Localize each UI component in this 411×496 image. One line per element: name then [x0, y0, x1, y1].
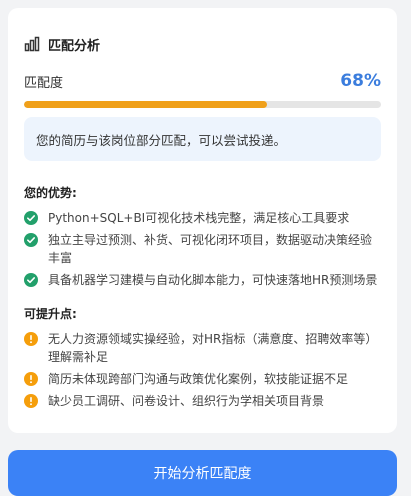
improvements-list: 无人力资源领域实操经验，对HR指标（满意度、招聘效率等）理解需补足简历未体现跨部…: [24, 330, 381, 414]
match-analysis-card: 匹配分析 匹配度 68% 您的简历与该岗位部分匹配，可以尝试投递。 您的优势: …: [8, 8, 397, 433]
check-circle-icon: [24, 233, 38, 247]
bar-chart-icon: [24, 36, 40, 52]
match-score-value: 68%: [340, 71, 381, 91]
exclamation-circle-icon: [24, 394, 38, 408]
match-progress-bar: [24, 101, 381, 108]
strength-item: Python+SQL+BI可视化技术栈完整，满足核心工具要求: [24, 209, 381, 227]
exclamation-circle-icon: [24, 372, 38, 386]
match-notice: 您的简历与该岗位部分匹配，可以尝试投递。: [24, 117, 381, 161]
strength-item: 独立主导过预测、补货、可视化闭环项目，数据驱动决策经验丰富: [24, 231, 381, 267]
card-header: 匹配分析: [24, 34, 100, 54]
check-circle-icon: [24, 273, 38, 287]
improvement-item-text: 简历未体现跨部门沟通与政策优化案例，软技能证据不足: [48, 372, 349, 386]
improvement-item-text: 缺少员工调研、问卷设计、组织行为学相关项目背景: [48, 394, 325, 408]
match-score-row: 匹配度 68%: [24, 70, 381, 92]
strengths-list: Python+SQL+BI可视化技术栈完整，满足核心工具要求独立主导过预测、补货…: [24, 209, 381, 293]
strengths-title: 您的优势:: [24, 186, 77, 200]
improvement-item: 无人力资源领域实操经验，对HR指标（满意度、招聘效率等）理解需补足: [24, 330, 381, 366]
improvement-item: 缺少员工调研、问卷设计、组织行为学相关项目背景: [24, 392, 381, 410]
match-progress-fill: [24, 101, 267, 108]
exclamation-circle-icon: [24, 332, 38, 346]
card-title: 匹配分析: [48, 38, 101, 54]
strength-item-text: Python+SQL+BI可视化技术栈完整，满足核心工具要求: [48, 211, 350, 225]
match-score-label: 匹配度: [24, 75, 64, 91]
check-circle-icon: [24, 211, 38, 225]
improvements-title: 可提升点:: [24, 307, 77, 321]
improvement-item: 简历未体现跨部门沟通与政策优化案例，软技能证据不足: [24, 370, 381, 388]
improvement-item-text: 无人力资源领域实操经验，对HR指标（满意度、招聘效率等）理解需补足: [48, 332, 378, 364]
strength-item-text: 独立主导过预测、补货、可视化闭环项目，数据驱动决策经验丰富: [48, 233, 373, 265]
strength-item: 具备机器学习建模与自动化脚本能力，可快速落地HR预测场景: [24, 271, 381, 289]
start-analysis-button[interactable]: 开始分析匹配度: [8, 450, 397, 496]
strength-item-text: 具备机器学习建模与自动化脚本能力，可快速落地HR预测场景: [48, 273, 378, 287]
